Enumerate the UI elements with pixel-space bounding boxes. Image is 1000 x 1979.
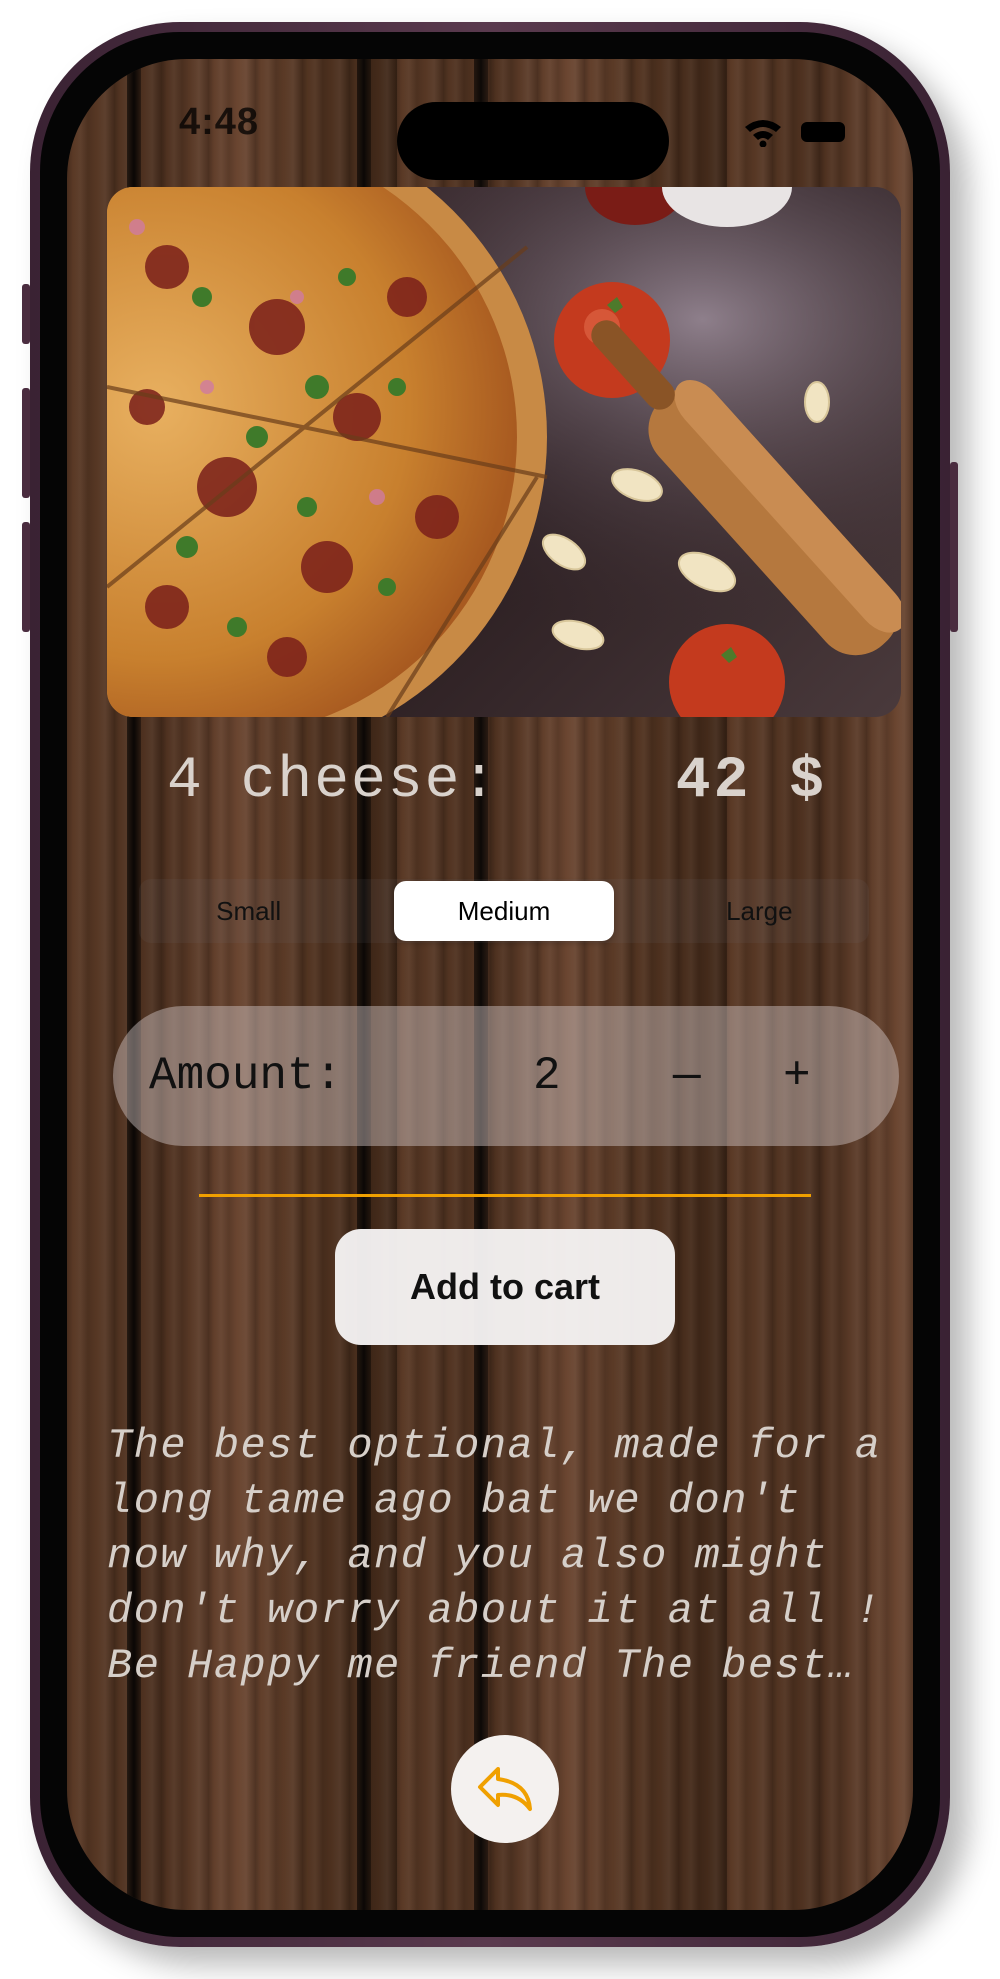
- increment-button[interactable]: +: [783, 1050, 811, 1102]
- product-price: 42 $: [675, 749, 827, 814]
- divider: [199, 1194, 811, 1197]
- wifi-icon: [745, 120, 781, 147]
- status-time: 4:48: [179, 101, 260, 143]
- amount-stepper: Amount: 2 — +: [113, 1006, 899, 1146]
- back-button[interactable]: [451, 1735, 559, 1843]
- size-option-medium[interactable]: Medium: [394, 881, 614, 941]
- product-name: 4 cheese:: [167, 749, 499, 814]
- status-icons: [743, 117, 845, 147]
- volume-down-button: [22, 522, 30, 632]
- arrow-uturn-left-icon: [478, 1767, 532, 1811]
- dynamic-island: [397, 102, 669, 180]
- add-to-cart-button[interactable]: Add to cart: [335, 1229, 675, 1345]
- product-description: The best optional, made for a long tame …: [107, 1422, 882, 1690]
- product-header: 4 cheese: 42 $: [167, 749, 827, 814]
- pizza-illustration: [107, 187, 901, 717]
- amount-value: 2: [533, 1050, 561, 1102]
- action-button: [22, 284, 30, 344]
- size-segmented-control: Small Medium Large: [139, 879, 869, 943]
- volume-up-button: [22, 388, 30, 498]
- phone-frame: 4:48 4 cheese: 42 $ Small Medium Large A…: [22, 22, 958, 1947]
- size-option-large[interactable]: Large: [650, 879, 869, 943]
- pizza-photo: [107, 187, 901, 717]
- size-option-small[interactable]: Small: [139, 879, 358, 943]
- power-button: [950, 462, 958, 632]
- amount-label: Amount:: [149, 1050, 343, 1102]
- battery-icon: [801, 122, 845, 142]
- screen: 4:48 4 cheese: 42 $ Small Medium Large A…: [67, 59, 913, 1910]
- decrement-button[interactable]: —: [673, 1050, 701, 1102]
